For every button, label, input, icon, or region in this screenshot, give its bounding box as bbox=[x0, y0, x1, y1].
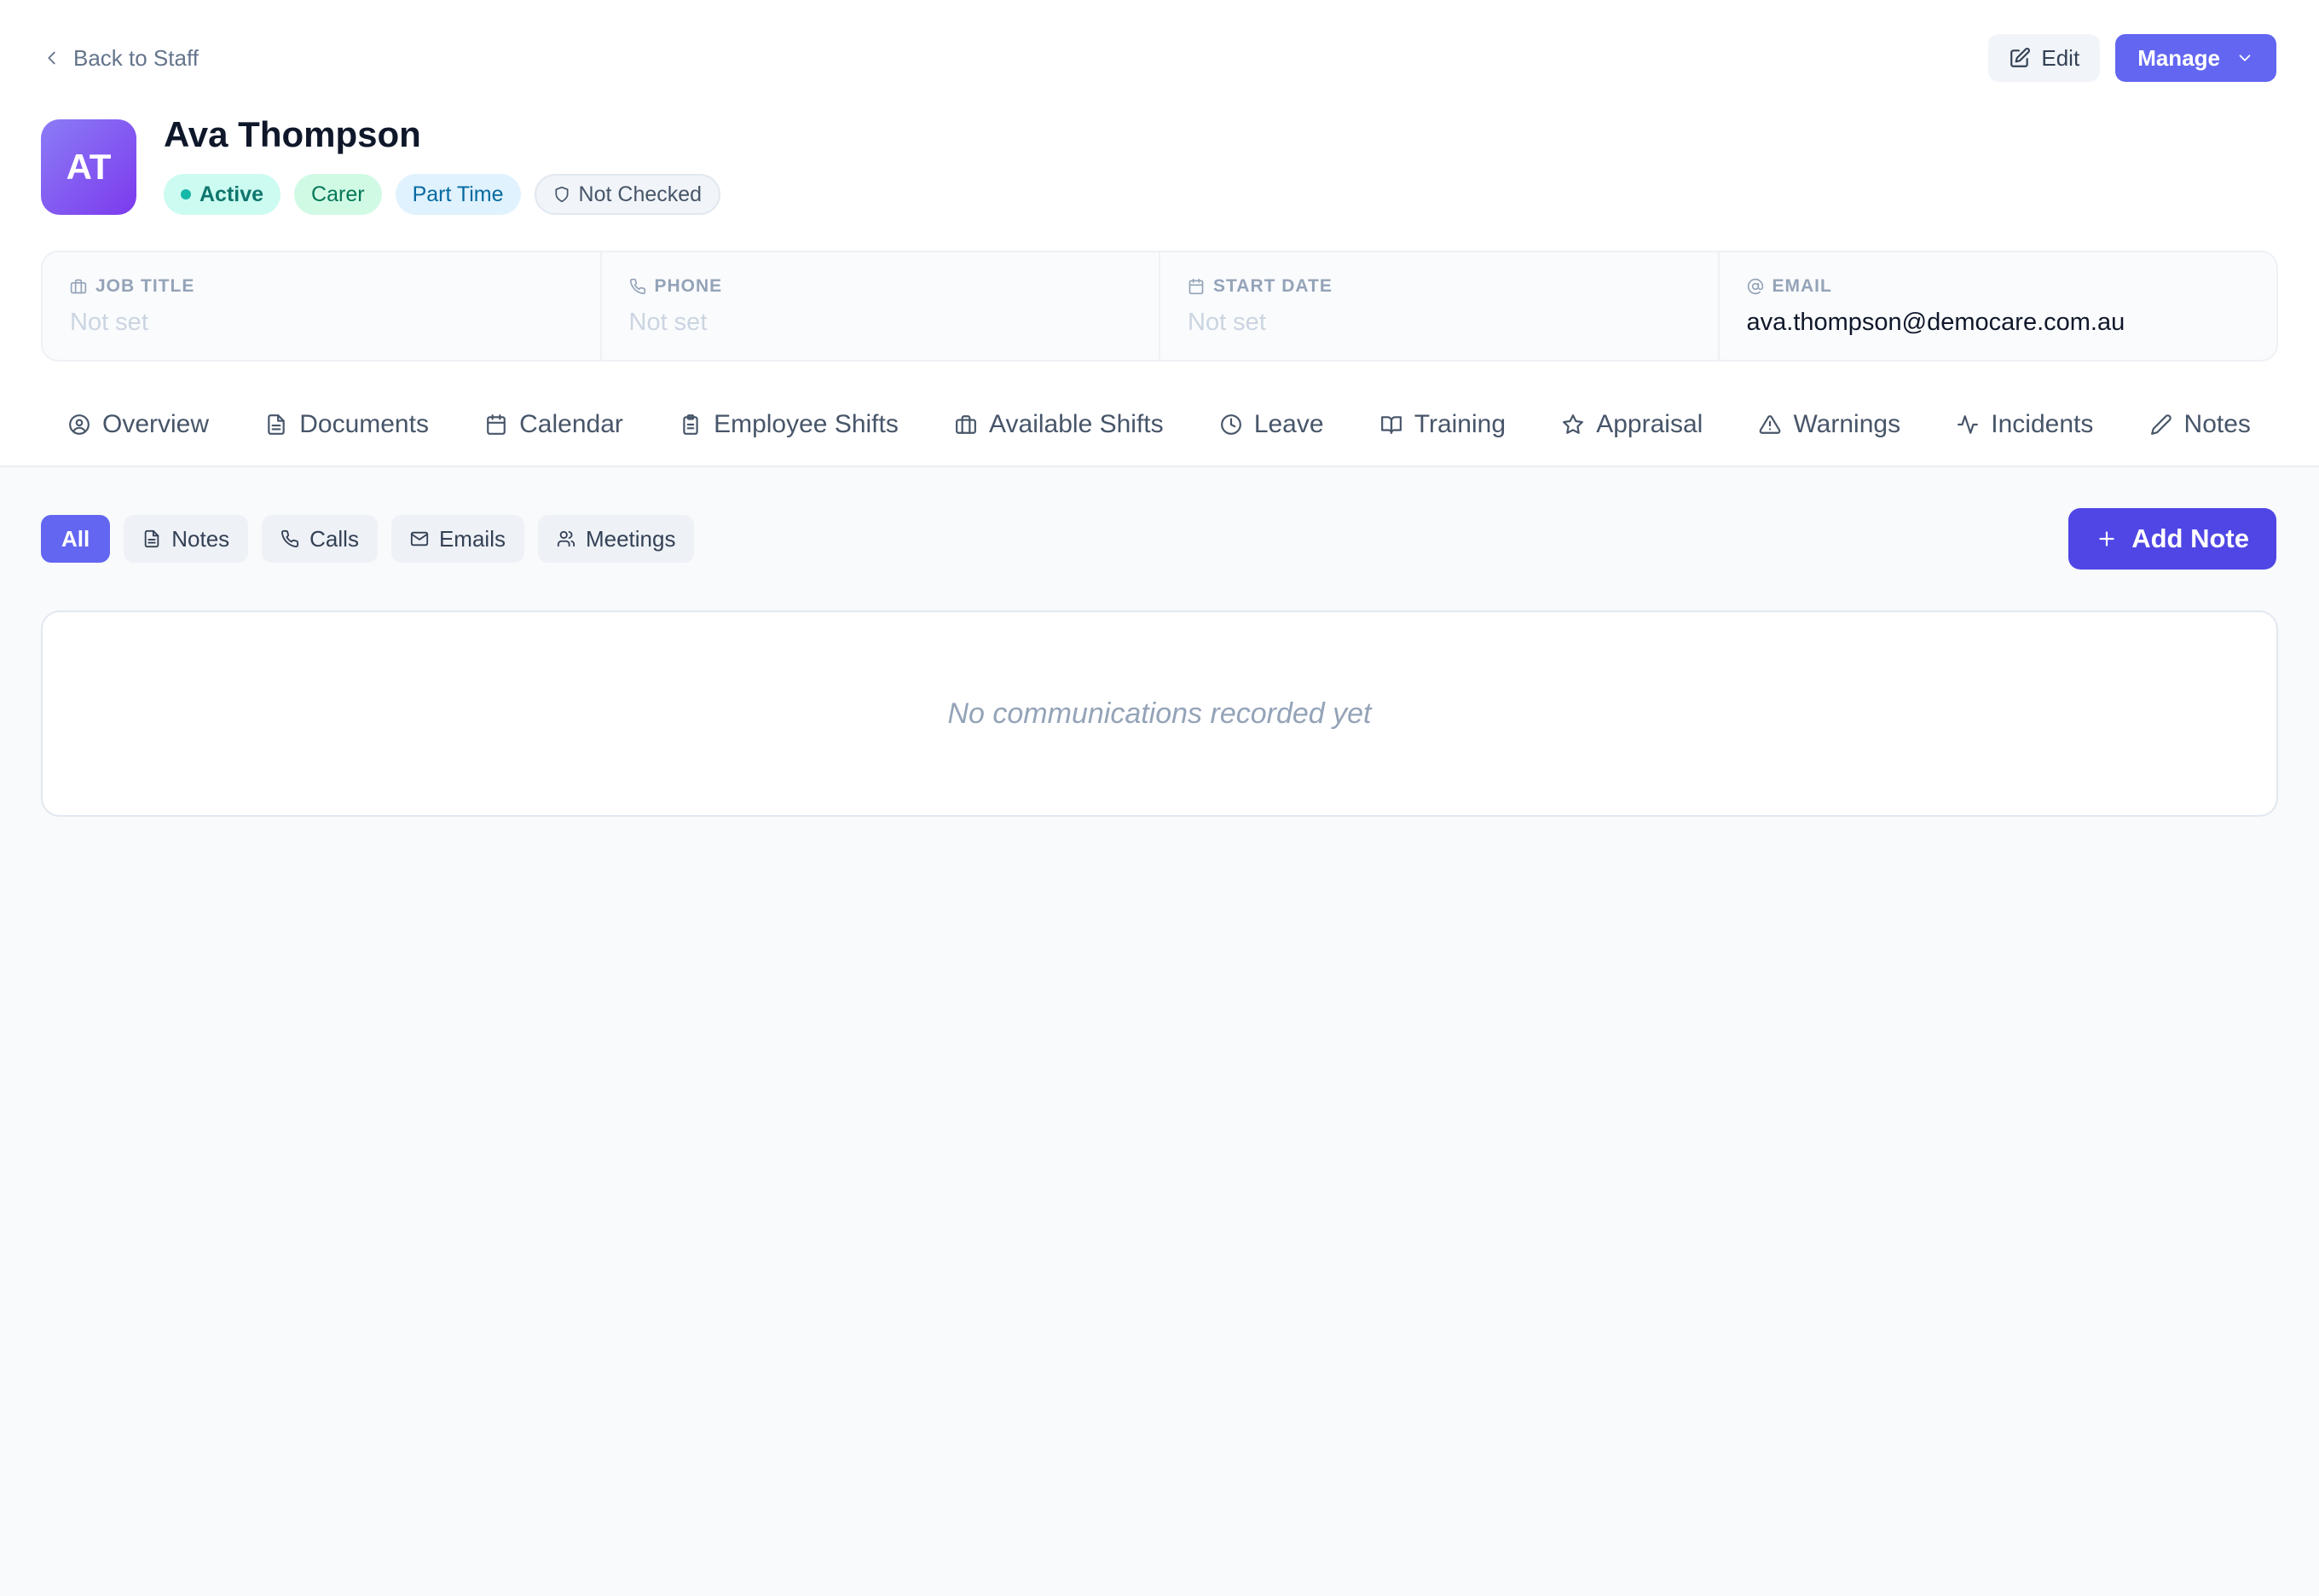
phone-field: PHONE Not set bbox=[602, 252, 1160, 360]
phone-icon bbox=[281, 529, 299, 547]
filter-calls[interactable]: Calls bbox=[262, 515, 378, 563]
avatar: AT bbox=[41, 119, 136, 215]
edit-button[interactable]: Edit bbox=[1988, 34, 2101, 82]
job-title-label: JOB TITLE bbox=[95, 276, 195, 296]
clipboard-icon bbox=[683, 414, 698, 435]
email-label: EMAIL bbox=[1772, 276, 1832, 296]
filter-notes-label: Notes bbox=[171, 525, 230, 552]
email-label-row: EMAIL bbox=[1747, 276, 2250, 297]
job-title-field: JOB TITLE Not set bbox=[43, 252, 602, 360]
users-icon bbox=[557, 530, 575, 547]
phone-label: PHONE bbox=[654, 276, 723, 296]
filter-calls-label: Calls bbox=[309, 525, 359, 552]
plus-icon bbox=[2099, 531, 2114, 546]
email-value[interactable]: ava.thompson@democare.com.au bbox=[1747, 309, 2250, 337]
job-title-label-row: JOB TITLE bbox=[70, 276, 573, 297]
tab-label: Calendar bbox=[519, 410, 623, 438]
chevron-left-icon bbox=[48, 51, 55, 65]
filter-all-label: All bbox=[61, 525, 90, 552]
star-icon bbox=[1563, 414, 1584, 434]
employment-badge: Part Time bbox=[395, 174, 521, 215]
role-badge: Carer bbox=[294, 174, 382, 215]
tab-employee-shifts[interactable]: Employee Shifts bbox=[652, 410, 926, 439]
profile-header: Back to Staff Edit Manage AT Ava Thompso… bbox=[0, 0, 2319, 467]
calendar-icon bbox=[1188, 278, 1204, 295]
shield-icon bbox=[555, 186, 569, 203]
status-badge-label: Active bbox=[200, 182, 264, 206]
filter-emails-label: Emails bbox=[438, 525, 506, 552]
document-icon bbox=[144, 529, 159, 548]
filter-meetings[interactable]: Meetings bbox=[537, 515, 695, 563]
communications-empty-state: No communications recorded yet bbox=[41, 610, 2278, 817]
phone-label-row: PHONE bbox=[629, 276, 1132, 297]
start-date-value: Not set bbox=[1188, 309, 1266, 336]
book-icon bbox=[1380, 416, 1402, 434]
back-label: Back to Staff bbox=[73, 44, 199, 71]
staff-name: Ava Thompson bbox=[164, 114, 421, 154]
tab-label: Training bbox=[1414, 410, 1506, 438]
tab-notes[interactable]: Notes bbox=[2123, 410, 2278, 439]
filter-meetings-label: Meetings bbox=[585, 525, 676, 552]
tab-overview[interactable]: Overview bbox=[41, 410, 236, 439]
add-note-label: Add Note bbox=[2131, 523, 2249, 553]
briefcase-icon bbox=[70, 279, 87, 294]
start-date-label: START DATE bbox=[1213, 276, 1333, 296]
tab-documents[interactable]: Documents bbox=[238, 410, 456, 439]
role-badge-label: Carer bbox=[311, 182, 365, 206]
filter-emails[interactable]: Emails bbox=[390, 515, 524, 563]
email-field: EMAIL ava.thompson@democare.com.au bbox=[1720, 252, 2277, 360]
filter-notes[interactable]: Notes bbox=[124, 515, 249, 563]
tab-label: Available Shifts bbox=[989, 410, 1164, 438]
chevron-down-icon bbox=[2239, 55, 2251, 61]
header-actions: Edit Manage bbox=[1988, 34, 2276, 82]
tab-label: Notes bbox=[2183, 410, 2251, 438]
warning-icon bbox=[1760, 415, 1781, 434]
filter-all[interactable]: All bbox=[41, 515, 111, 563]
activity-icon bbox=[1958, 415, 1979, 434]
document-icon bbox=[268, 414, 285, 435]
tab-label: Overview bbox=[102, 410, 210, 438]
phone-icon bbox=[629, 278, 645, 295]
back-to-staff-link[interactable]: Back to Staff bbox=[43, 43, 199, 73]
start-date-label-row: START DATE bbox=[1188, 276, 1691, 297]
tab-label: Employee Shifts bbox=[714, 410, 899, 438]
job-title-value: Not set bbox=[70, 309, 148, 336]
tab-appraisal[interactable]: Appraisal bbox=[1535, 410, 1730, 439]
user-circle-icon bbox=[69, 414, 90, 435]
employment-badge-label: Part Time bbox=[412, 182, 504, 206]
status-badges: Active Carer Part Time Not Checked bbox=[164, 174, 721, 215]
clock-icon bbox=[1220, 414, 1241, 435]
status-badge: Active bbox=[164, 174, 281, 215]
mail-icon bbox=[410, 531, 429, 546]
start-date-field: START DATE Not set bbox=[1160, 252, 1720, 360]
check-badge-label: Not Checked bbox=[578, 182, 703, 206]
info-panel: JOB TITLE Not set PHONE Not set START DA… bbox=[41, 251, 2278, 361]
manage-button[interactable]: Manage bbox=[2115, 34, 2276, 82]
tab-leave[interactable]: Leave bbox=[1193, 410, 1351, 439]
pencil-icon bbox=[2150, 414, 2172, 435]
phone-value: Not set bbox=[628, 309, 708, 336]
tab-label: Warnings bbox=[1793, 410, 1901, 438]
tab-available-shifts[interactable]: Available Shifts bbox=[928, 410, 1191, 439]
status-dot-icon bbox=[181, 189, 191, 200]
briefcase-icon bbox=[956, 415, 976, 434]
manage-label: Manage bbox=[2137, 44, 2220, 71]
empty-message: No communications recorded yet bbox=[947, 697, 1372, 730]
tab-label: Appraisal bbox=[1596, 410, 1703, 438]
add-note-button[interactable]: Add Note bbox=[2068, 508, 2276, 570]
profile-tabs: Overview Documents Calendar Employee Shi… bbox=[41, 401, 2278, 448]
edit-label: Edit bbox=[2041, 44, 2080, 71]
tab-warnings[interactable]: Warnings bbox=[1732, 410, 1928, 439]
tab-calendar[interactable]: Calendar bbox=[458, 410, 651, 439]
edit-icon bbox=[2010, 48, 2031, 67]
tab-incidents[interactable]: Incidents bbox=[1929, 410, 2120, 439]
communication-filters: All Notes Calls Emails Meetings bbox=[41, 515, 695, 563]
calendar-icon bbox=[487, 414, 506, 435]
tab-label: Documents bbox=[299, 410, 429, 438]
check-badge: Not Checked bbox=[534, 174, 721, 215]
tab-training[interactable]: Training bbox=[1353, 410, 1533, 439]
tab-label: Leave bbox=[1253, 410, 1324, 438]
tab-label: Incidents bbox=[1991, 410, 2094, 438]
at-sign-icon bbox=[1747, 278, 1763, 295]
